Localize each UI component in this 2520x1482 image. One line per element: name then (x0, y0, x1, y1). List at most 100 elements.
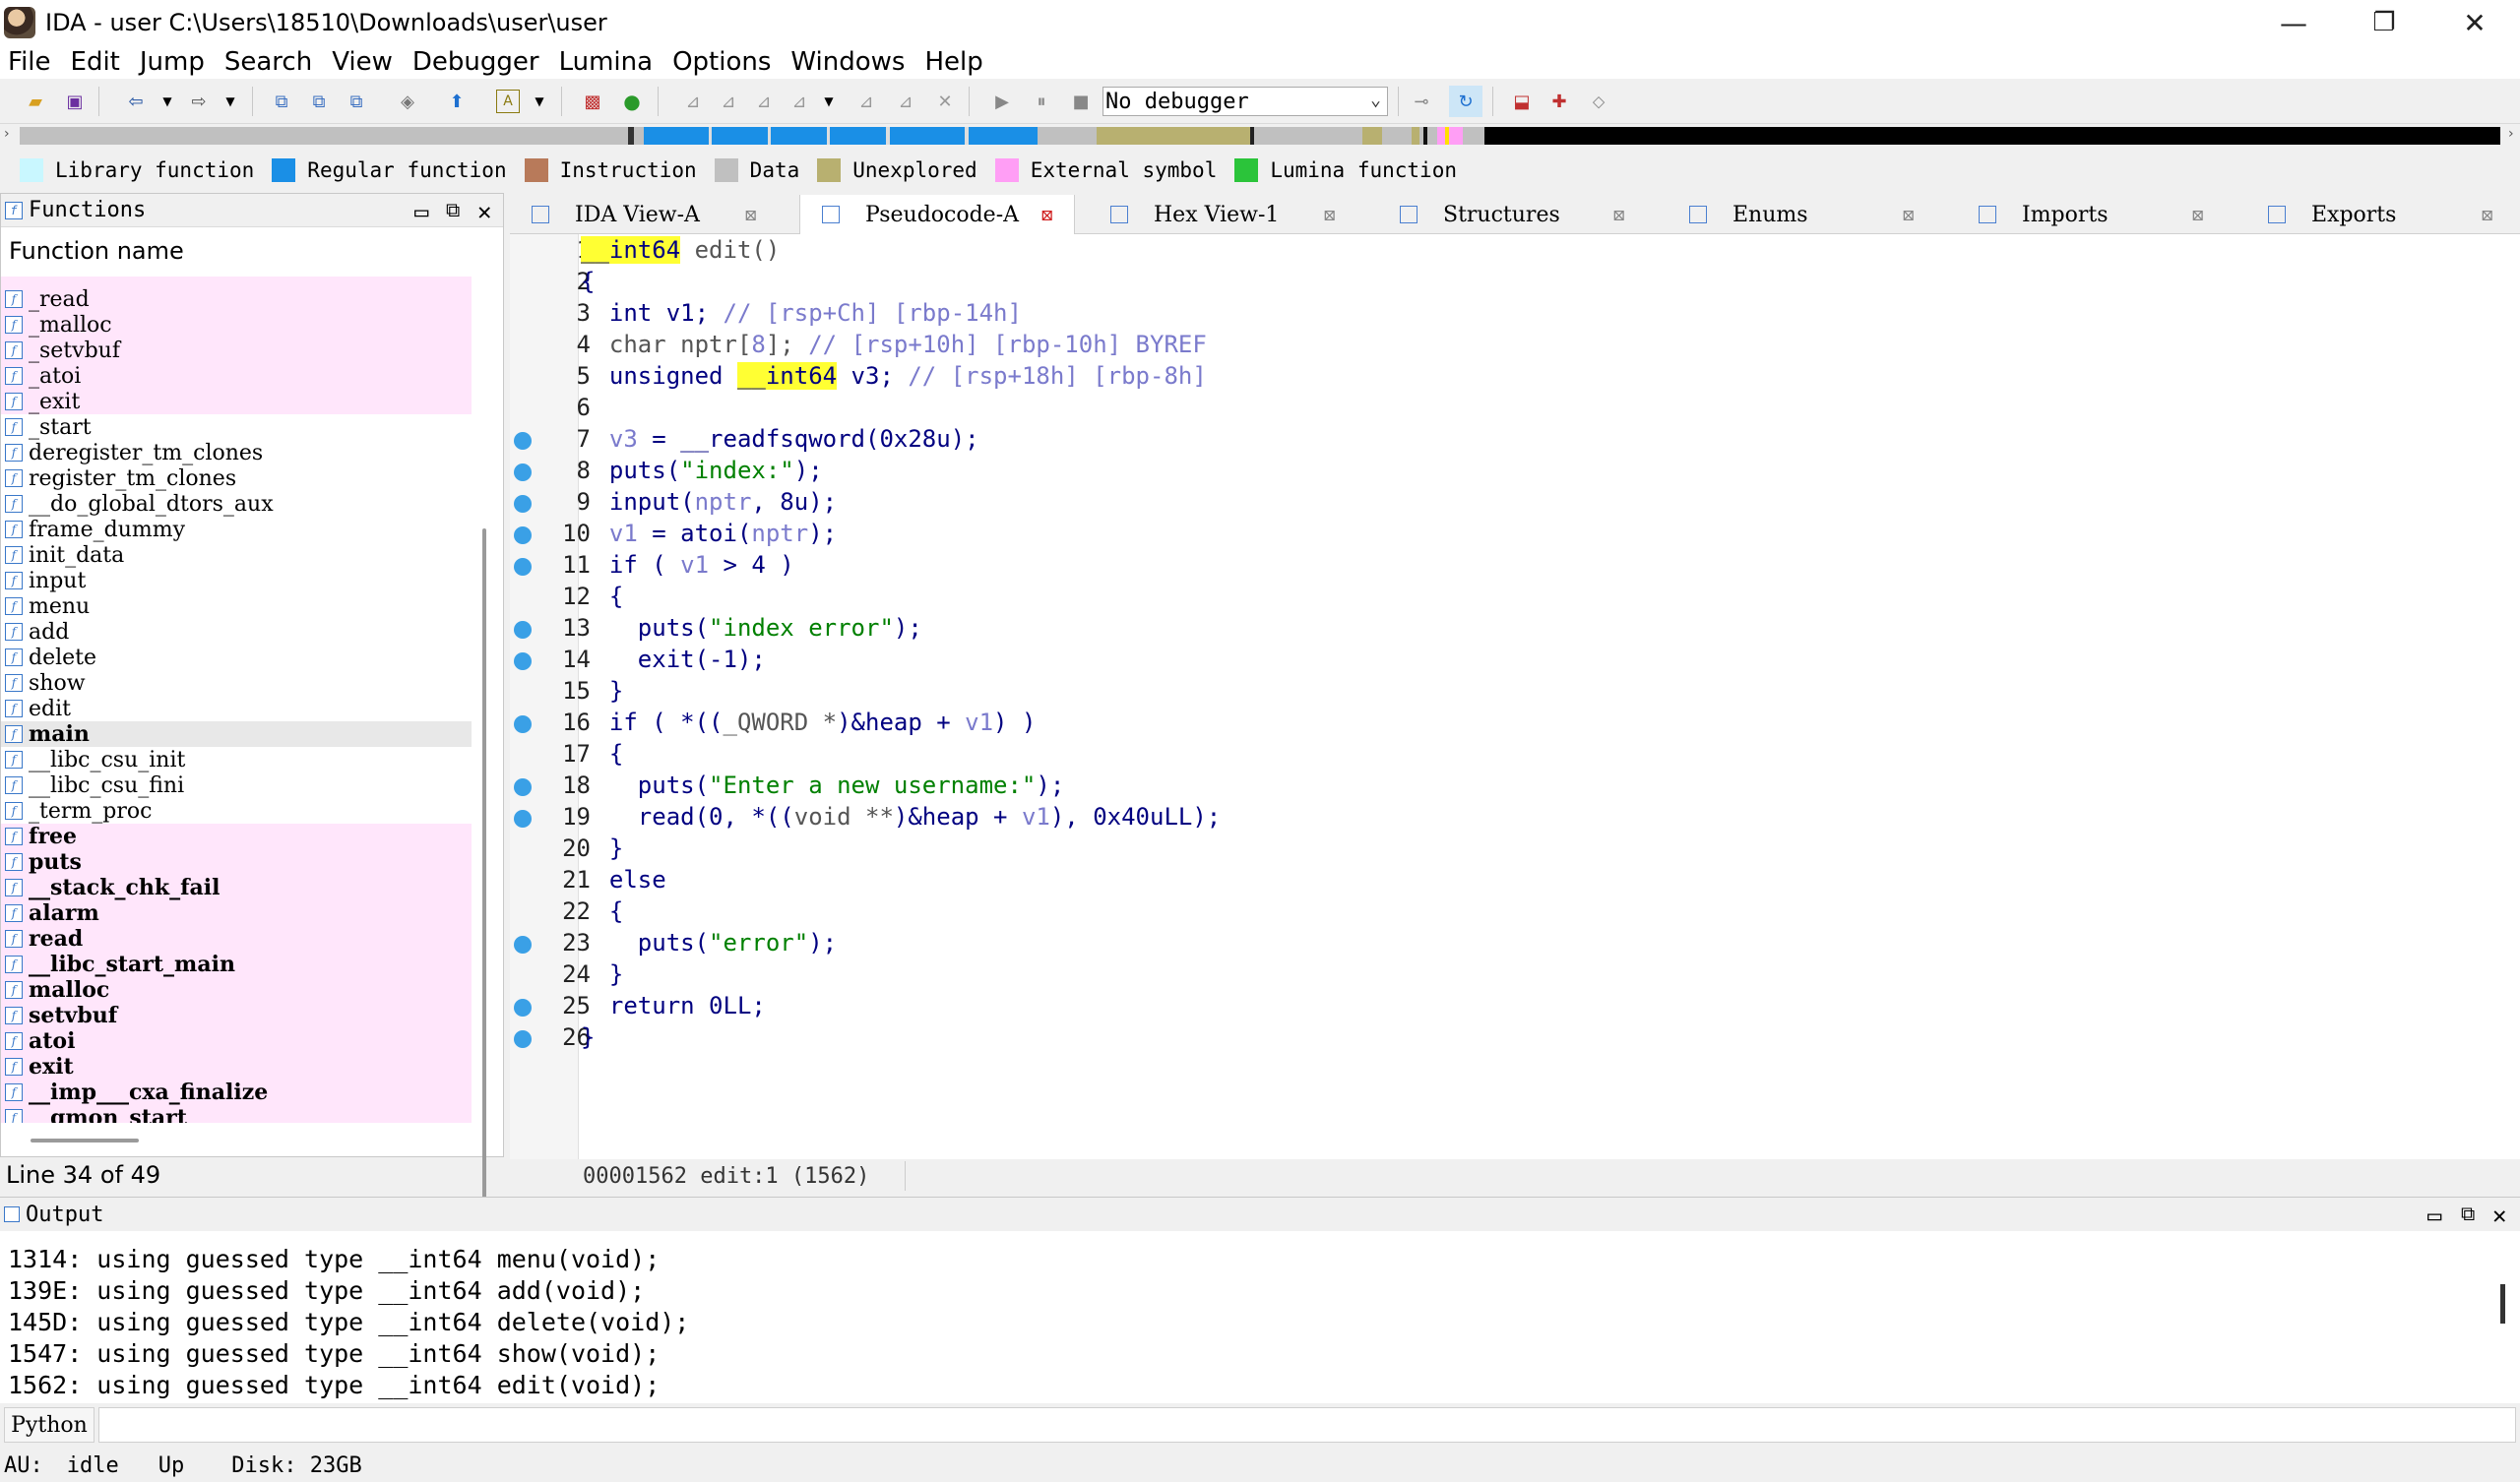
python-command-input[interactable] (98, 1407, 2516, 1443)
function-list-item[interactable]: f atoi (1, 1028, 472, 1054)
tab-close-icon[interactable]: ⊠ (1902, 206, 1915, 224)
panel-maximize-icon[interactable]: ▭ (414, 198, 428, 225)
debug-dropdown-icon[interactable]: ▼ (817, 90, 841, 113)
code-line[interactable]: if ( v1 > 4 ) (581, 551, 794, 579)
pause-process-icon[interactable]: ⏸ (1030, 90, 1053, 113)
code-line[interactable]: { (581, 897, 623, 925)
function-list-item[interactable]: f free (1, 824, 472, 849)
menu-view[interactable]: View (322, 47, 403, 77)
output-float-icon[interactable]: ⧉ (2461, 1202, 2475, 1225)
code-line[interactable]: puts("index:"); (581, 457, 823, 484)
debug-icon-3[interactable]: ⊿ (752, 90, 776, 113)
menu-search[interactable]: Search (215, 47, 322, 77)
code-line[interactable]: read(0, *((void **)&heap + v1), 0x40uLL)… (581, 803, 1221, 831)
code-line[interactable]: exit(-1); (581, 646, 766, 673)
breakpoint-marker[interactable] (514, 621, 532, 639)
breakpoint-marker[interactable] (514, 999, 532, 1017)
maximize-button[interactable]: ❐ (2339, 0, 2429, 45)
function-list-item[interactable]: f show (1, 670, 472, 696)
debugger-options-icon[interactable]: ⊸ (1410, 90, 1433, 113)
menu-help[interactable]: Help (914, 47, 992, 77)
function-list-item[interactable]: f __gmon_start__ (1, 1105, 472, 1123)
forward-dropdown-icon[interactable]: ▼ (219, 90, 242, 113)
function-list-item[interactable]: f alarm (1, 900, 472, 926)
tab-pseudocode-a[interactable]: Pseudocode-A ⊠ (799, 195, 1075, 234)
lumina-pull-icon[interactable]: ⬓ (1510, 90, 1534, 113)
breakpoint-marker[interactable] (514, 936, 532, 954)
output-scrollbar[interactable] (2500, 1284, 2505, 1324)
function-list-item[interactable]: f _start (1, 414, 472, 440)
breakpoint-marker[interactable] (514, 432, 532, 450)
breakpoint-marker[interactable] (514, 526, 532, 544)
open-file-icon[interactable]: ▰ (24, 90, 47, 113)
function-list-item[interactable]: f __libc_csu_init (1, 747, 472, 772)
debugger-select[interactable]: No debugger ⌄ (1102, 87, 1388, 116)
function-list-item[interactable]: f read (1, 926, 472, 952)
code-line[interactable]: if ( *((_QWORD *)&heap + v1) ) (581, 709, 1037, 736)
tab-close-icon[interactable]: ⊠ (1040, 206, 1053, 224)
output-close-icon[interactable]: ✕ (2492, 1202, 2506, 1229)
function-list-item[interactable]: f frame_dummy (1, 517, 472, 542)
function-list-item[interactable]: f setvbuf (1, 1003, 472, 1028)
code-line[interactable]: int v1; // [rsp+Ch] [rbp-14h] (581, 299, 1022, 327)
start-process-icon[interactable]: ▶ (990, 90, 1014, 113)
tab-imports[interactable]: Imports ⊠ (1957, 195, 2233, 234)
code-line[interactable]: char nptr[8]; // [rsp+10h] [rbp-10h] BYR… (581, 331, 1207, 358)
debug-icon-2[interactable]: ⊿ (717, 90, 740, 113)
output-maximize-icon[interactable]: ▭ (2427, 1202, 2441, 1229)
code-line[interactable]: } (581, 677, 623, 705)
function-list-hscrollbar[interactable] (31, 1139, 139, 1142)
back-dropdown-icon[interactable]: ▼ (156, 90, 179, 113)
code-line[interactable]: puts("Enter a new username:"); (581, 772, 1065, 799)
code-line[interactable]: __int64 edit() (581, 236, 780, 264)
binary-icon[interactable]: ⧉ (270, 90, 293, 113)
code-line[interactable]: else (581, 866, 666, 894)
code-line[interactable]: { (581, 268, 595, 295)
function-list-item[interactable]: f exit (1, 1054, 472, 1080)
tab-close-icon[interactable]: ⊠ (1323, 206, 1336, 224)
function-list-item[interactable]: f __imp___cxa_finalize (1, 1080, 472, 1105)
lumina-diff-icon[interactable]: ⬦ (1587, 90, 1610, 113)
code-line[interactable]: puts("error"); (581, 929, 837, 957)
tab-close-icon[interactable]: ⊠ (2191, 206, 2204, 224)
function-name-column-header[interactable]: Function name (9, 237, 184, 265)
tab-structures[interactable]: Structures ⊠ (1378, 195, 1654, 234)
debug-icon-5[interactable]: ⊿ (854, 90, 878, 113)
save-icon[interactable]: ▣ (63, 90, 87, 113)
code-line[interactable]: } (581, 834, 623, 862)
tab-ida-view-a[interactable]: IDA View-A ⊠ (510, 195, 786, 234)
nav-right-arrow-icon[interactable]: › (2508, 126, 2514, 142)
function-list-item[interactable]: f main (1, 721, 472, 747)
code-line[interactable]: puts("index error"); (581, 614, 922, 642)
tab-close-icon[interactable]: ⊠ (2481, 206, 2493, 224)
navigation-strip[interactable] (20, 127, 2500, 145)
text-search-icon[interactable]: ⧉ (307, 90, 331, 113)
function-list-item[interactable]: f __do_global_dtors_aux (1, 491, 472, 517)
code-line[interactable]: unsigned __int64 v3; // [rsp+18h] [rbp-8… (581, 362, 1207, 390)
function-list-item[interactable]: f register_tm_clones (1, 465, 472, 491)
function-list-item[interactable]: f __stack_chk_fail (1, 875, 472, 900)
function-list-item[interactable]: f deregister_tm_clones (1, 440, 472, 465)
search-icon[interactable]: ⧉ (345, 90, 368, 113)
function-list-item[interactable]: f __libc_start_main (1, 952, 472, 977)
nav-left-arrow-icon[interactable]: › (4, 126, 10, 142)
debug-icon-1[interactable]: ⊿ (681, 90, 705, 113)
function-list-item[interactable]: f input (1, 568, 472, 593)
code-line[interactable]: } (581, 1023, 595, 1051)
tab-close-icon[interactable]: ⊠ (744, 206, 757, 224)
code-line[interactable]: v1 = atoi(nptr); (581, 520, 837, 547)
menu-jump[interactable]: Jump (130, 47, 215, 77)
menu-file[interactable]: File (0, 47, 61, 77)
panel-float-icon[interactable]: ⧉ (446, 198, 460, 221)
code-line[interactable]: { (581, 583, 623, 610)
tab-exports[interactable]: Exports ⊠ (2246, 195, 2520, 234)
function-list-item[interactable]: f edit (1, 696, 472, 721)
tab-close-icon[interactable]: ⊠ (1612, 206, 1625, 224)
breakpoint-marker[interactable] (514, 652, 532, 670)
function-list-item[interactable]: f menu (1, 593, 472, 619)
menu-lumina[interactable]: Lumina (549, 47, 662, 77)
menu-options[interactable]: Options (662, 47, 781, 77)
tab-hex-view-1[interactable]: Hex View-1 ⊠ (1089, 195, 1364, 234)
breakpoint-marker[interactable] (514, 778, 532, 796)
debug-icon-6[interactable]: ⊿ (894, 90, 917, 113)
